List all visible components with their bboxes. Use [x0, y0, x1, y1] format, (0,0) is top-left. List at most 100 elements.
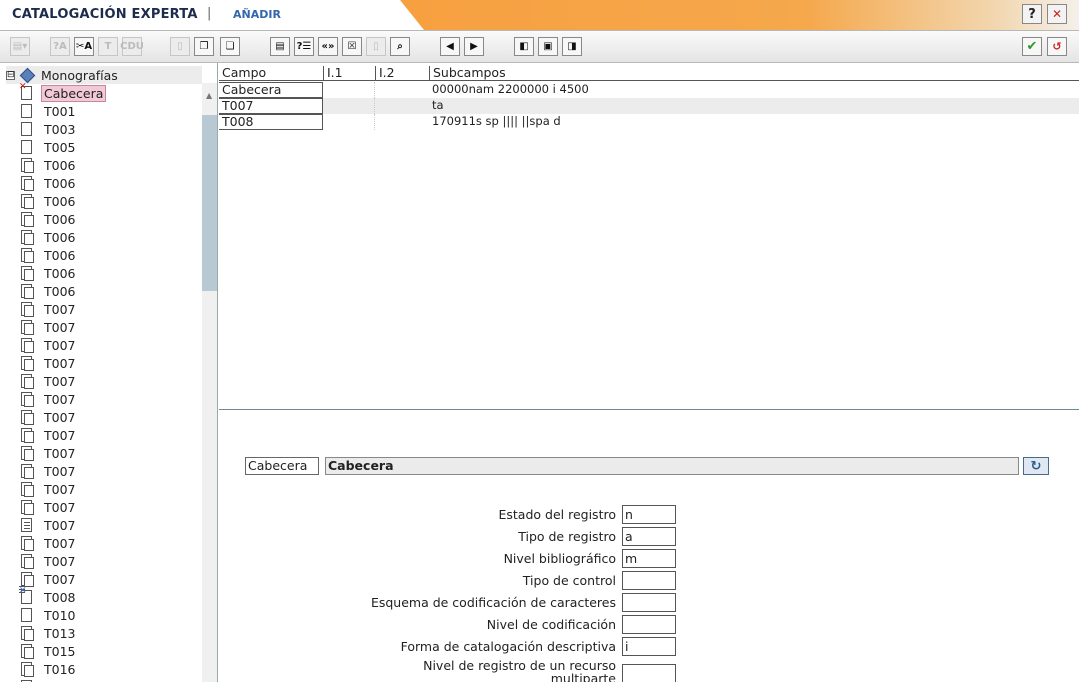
- text-format-button[interactable]: T: [98, 37, 118, 56]
- table-row[interactable]: T008 170911s sp |||| ||spa d: [219, 114, 1079, 130]
- tree-item[interactable]: T006: [21, 228, 201, 246]
- tree-item[interactable]: Cabecera: [19, 82, 201, 102]
- disabled-tool-button[interactable]: ▯: [366, 37, 386, 56]
- cancel-button[interactable]: ↺: [1047, 37, 1067, 56]
- document-icon: [21, 518, 32, 532]
- tree-item[interactable]: T007: [21, 336, 201, 354]
- document-icon: [21, 374, 34, 389]
- tree-item[interactable]: T006: [21, 246, 201, 264]
- tree-item[interactable]: T001: [21, 102, 201, 120]
- field-value-input[interactable]: [622, 615, 676, 634]
- paste-button[interactable]: ❏: [220, 37, 240, 56]
- cell-i2[interactable]: [375, 98, 429, 114]
- tree-item[interactable]: T007: [21, 354, 201, 372]
- tree-item[interactable]: T006: [21, 210, 201, 228]
- tree-item-label: T007: [44, 355, 76, 371]
- tree-item[interactable]: T013: [21, 624, 201, 642]
- previous-button[interactable]: ◀: [440, 37, 460, 56]
- cell-subcampos[interactable]: ta: [429, 98, 1079, 114]
- tree-item[interactable]: T007: [21, 408, 201, 426]
- tree-item[interactable]: T007: [21, 570, 201, 588]
- column-header-i2[interactable]: I.2: [375, 66, 429, 81]
- view-record-button[interactable]: ▤: [270, 37, 290, 56]
- field-value-input[interactable]: [622, 571, 676, 590]
- tree-item[interactable]: T006: [21, 264, 201, 282]
- remove-field-button[interactable]: ☒: [342, 37, 362, 56]
- tree-item[interactable]: T015: [21, 642, 201, 660]
- field-value-input[interactable]: n: [622, 505, 676, 524]
- font-a-button[interactable]: ?A: [50, 37, 70, 56]
- layout-center-button[interactable]: ▣: [538, 37, 558, 56]
- document-icon: [21, 464, 34, 479]
- field-value-input[interactable]: m: [622, 549, 676, 568]
- scrollbar-thumb[interactable]: [202, 115, 217, 291]
- cell-subcampos[interactable]: 170911s sp |||| ||spa d: [429, 114, 1079, 130]
- tree-item[interactable]: T005: [21, 138, 201, 156]
- column-header-campo[interactable]: Campo: [219, 66, 323, 81]
- cell-campo[interactable]: Cabecera: [219, 82, 323, 98]
- cell-i1[interactable]: [323, 98, 375, 114]
- cell-i1[interactable]: [323, 82, 375, 98]
- field-value-input[interactable]: [622, 664, 676, 682]
- tree-item[interactable]: T007: [21, 462, 201, 480]
- accept-button[interactable]: ✔: [1022, 37, 1042, 56]
- document-icon: [21, 356, 34, 371]
- tree-item[interactable]: T007: [21, 516, 201, 534]
- tree-item[interactable]: T003: [21, 120, 201, 138]
- tree-root[interactable]: ⊟ Monografías: [6, 66, 202, 84]
- cell-subcampos[interactable]: 00000nam 2200000 i 4500: [429, 82, 1079, 98]
- tree-item[interactable]: T007: [21, 444, 201, 462]
- next-button[interactable]: ▶: [464, 37, 484, 56]
- cdu-button[interactable]: CDU: [120, 37, 144, 56]
- cell-i2[interactable]: [375, 82, 429, 98]
- list-subfields-button[interactable]: ?☰: [294, 37, 314, 56]
- tags-button[interactable]: «»: [318, 37, 338, 56]
- tree-item-label: T007: [44, 391, 76, 407]
- tree-root-label: Monografías: [41, 67, 118, 83]
- column-header-i1[interactable]: I.1: [323, 66, 375, 81]
- cell-campo[interactable]: T008: [219, 114, 323, 130]
- close-icon[interactable]: ✕: [1047, 4, 1067, 24]
- tree-item[interactable]: T008: [19, 586, 201, 606]
- tree-item[interactable]: T007: [21, 498, 201, 516]
- tree-item[interactable]: T007: [21, 534, 201, 552]
- table-row[interactable]: T007 ta: [219, 98, 1079, 114]
- collapse-icon[interactable]: ⊟: [6, 70, 15, 80]
- scroll-up-icon[interactable]: ▲: [206, 91, 212, 100]
- tree-item[interactable]: T006: [21, 192, 201, 210]
- tree-scrollbar[interactable]: ▲: [202, 83, 217, 682]
- field-value-input[interactable]: a: [622, 527, 676, 546]
- tree-item[interactable]: T020: [21, 678, 201, 682]
- tree-item[interactable]: T007: [21, 372, 201, 390]
- tree-item[interactable]: T006: [21, 156, 201, 174]
- tree-item[interactable]: T007: [21, 300, 201, 318]
- delete-button[interactable]: ▯: [170, 37, 190, 56]
- copy-button[interactable]: ❐: [194, 37, 214, 56]
- tree-item[interactable]: T007: [21, 390, 201, 408]
- tree-item[interactable]: T007: [21, 552, 201, 570]
- tree-item[interactable]: T007: [21, 480, 201, 498]
- field-value-input[interactable]: i: [622, 637, 676, 656]
- table-row[interactable]: Cabecera 00000nam 2200000 i 4500: [219, 82, 1079, 98]
- help-button[interactable]: ?: [1022, 4, 1042, 24]
- document-icon: [21, 104, 32, 118]
- field-tag-box[interactable]: Cabecera: [245, 457, 319, 475]
- tree-item[interactable]: T006: [21, 282, 201, 300]
- tree-item[interactable]: T007: [21, 318, 201, 336]
- column-header-subcampos[interactable]: Subcampos: [429, 66, 1079, 81]
- cell-i1[interactable]: [323, 114, 375, 130]
- tree-item[interactable]: T007: [21, 426, 201, 444]
- edit-field-button[interactable]: ✂A: [74, 37, 94, 56]
- layout-right-button[interactable]: ◨: [562, 37, 582, 56]
- search-record-button[interactable]: ⌕: [390, 37, 410, 56]
- document-icon: [21, 482, 34, 497]
- field-value-input[interactable]: [622, 593, 676, 612]
- cell-i2[interactable]: [375, 114, 429, 130]
- tree-item[interactable]: T010: [21, 606, 201, 624]
- refresh-icon[interactable]: ↻: [1023, 457, 1049, 475]
- menu-dropdown-button[interactable]: ▤▾: [10, 37, 30, 56]
- tree-item[interactable]: T006: [21, 174, 201, 192]
- tree-item[interactable]: T016: [21, 660, 201, 678]
- layout-left-button[interactable]: ◧: [514, 37, 534, 56]
- cell-campo[interactable]: T007: [219, 98, 323, 114]
